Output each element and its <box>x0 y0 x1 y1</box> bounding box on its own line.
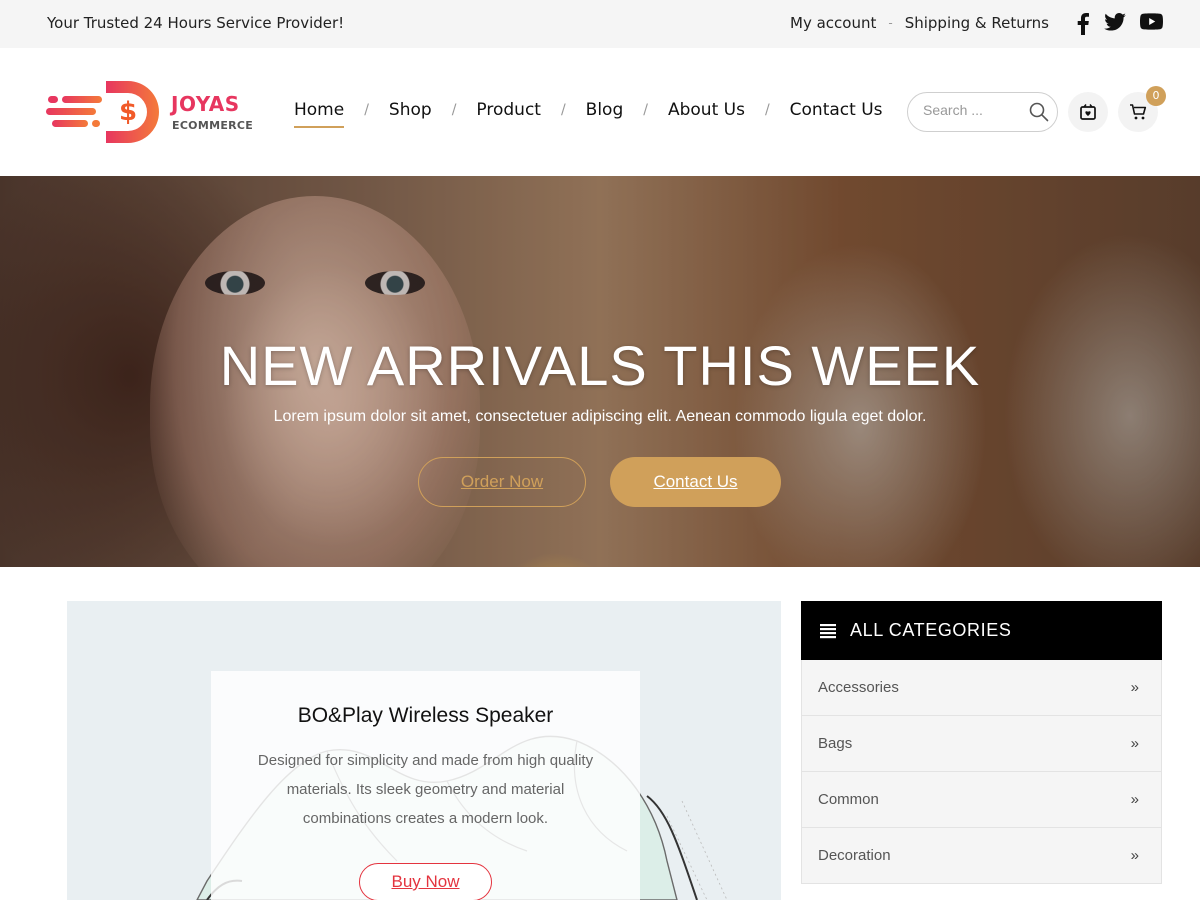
logo-brand-sub: ECOMMERCE <box>172 119 254 132</box>
category-label: Bags <box>818 735 853 752</box>
categories-title: ALL CATEGORIES <box>850 620 1012 640</box>
category-label: Accessories <box>818 679 899 696</box>
categories-list: Accessories » Bags » Common » Decoration… <box>801 660 1162 884</box>
buy-now-button[interactable]: Buy Now <box>359 863 492 900</box>
promo-title: BO&Play Wireless Speaker <box>297 704 554 727</box>
chevron-right-icon: » <box>1130 791 1139 808</box>
search-box <box>907 92 1058 132</box>
categories-header[interactable]: ALL CATEGORIES <box>801 601 1162 660</box>
top-links-separator: - <box>888 16 893 30</box>
youtube-icon[interactable] <box>1140 13 1163 30</box>
shipping-returns-link[interactable]: Shipping & Returns <box>905 14 1049 32</box>
chevron-right-icon: » <box>1130 679 1139 696</box>
nav-separator: / <box>560 102 566 118</box>
site-logo[interactable]: $ JOYAS ECOMMERCE <box>46 78 256 144</box>
nav-contact-us[interactable]: Contact Us <box>790 100 883 128</box>
nav-about-us[interactable]: About Us <box>668 100 745 128</box>
menu-icon <box>820 623 836 638</box>
top-links: My account - Shipping & Returns <box>790 14 1049 32</box>
cart-count-badge: 0 <box>1146 86 1166 106</box>
my-account-link[interactable]: My account <box>790 14 876 32</box>
promo-banner: BO&Play Wireless Speaker Designed for si… <box>67 601 781 900</box>
promo-card: BO&Play Wireless Speaker Designed for si… <box>211 671 640 900</box>
category-label: Common <box>818 791 879 808</box>
cart-icon <box>1130 104 1147 120</box>
hero-banner: NEW ARRIVALS THIS WEEK Lorem ipsum dolor… <box>0 176 1200 567</box>
categories-panel: ALL CATEGORIES Accessories » Bags » Comm… <box>801 601 1162 900</box>
wishlist-button[interactable] <box>1068 92 1108 132</box>
search-input[interactable] <box>923 102 1028 118</box>
main-nav: Home / Shop / Product / Blog / About Us … <box>294 100 883 128</box>
category-item-accessories[interactable]: Accessories » <box>801 660 1162 716</box>
nav-separator: / <box>364 102 369 118</box>
hero-title: NEW ARRIVALS THIS WEEK <box>219 334 981 397</box>
chevron-right-icon: » <box>1130 735 1139 752</box>
hero-subtitle: Lorem ipsum dolor sit amet, consectetuer… <box>273 408 927 425</box>
gift-icon <box>1080 104 1096 120</box>
nav-shop[interactable]: Shop <box>389 100 432 128</box>
order-now-button[interactable]: Order Now <box>418 457 586 507</box>
logo-mark: $ <box>46 81 159 143</box>
top-bar: Your Trusted 24 Hours Service Provider! … <box>0 0 1200 48</box>
promo-description: Designed for simplicity and made from hi… <box>257 752 594 827</box>
nav-separator: / <box>764 102 770 118</box>
category-item-common[interactable]: Common » <box>801 772 1162 828</box>
category-label: Decoration <box>818 847 891 864</box>
category-item-decoration[interactable]: Decoration » <box>801 828 1162 884</box>
nav-separator: / <box>451 102 457 118</box>
site-header: $ JOYAS ECOMMERCE Home / Shop / Product … <box>0 48 1200 176</box>
search-icon[interactable] <box>1029 102 1049 126</box>
tagline: Your Trusted 24 Hours Service Provider! <box>47 14 345 32</box>
nav-home[interactable]: Home <box>294 100 345 128</box>
chevron-right-icon: » <box>1130 847 1139 864</box>
hero-contact-us-button[interactable]: Contact Us <box>610 457 781 507</box>
nav-product[interactable]: Product <box>476 100 541 128</box>
svg-text:$: $ <box>119 97 137 127</box>
facebook-icon[interactable] <box>1076 13 1090 35</box>
nav-separator: / <box>643 102 648 118</box>
category-item-bags[interactable]: Bags » <box>801 716 1162 772</box>
logo-brand-name: JOYAS <box>171 92 240 116</box>
twitter-icon[interactable] <box>1104 13 1126 31</box>
nav-blog[interactable]: Blog <box>586 100 624 128</box>
